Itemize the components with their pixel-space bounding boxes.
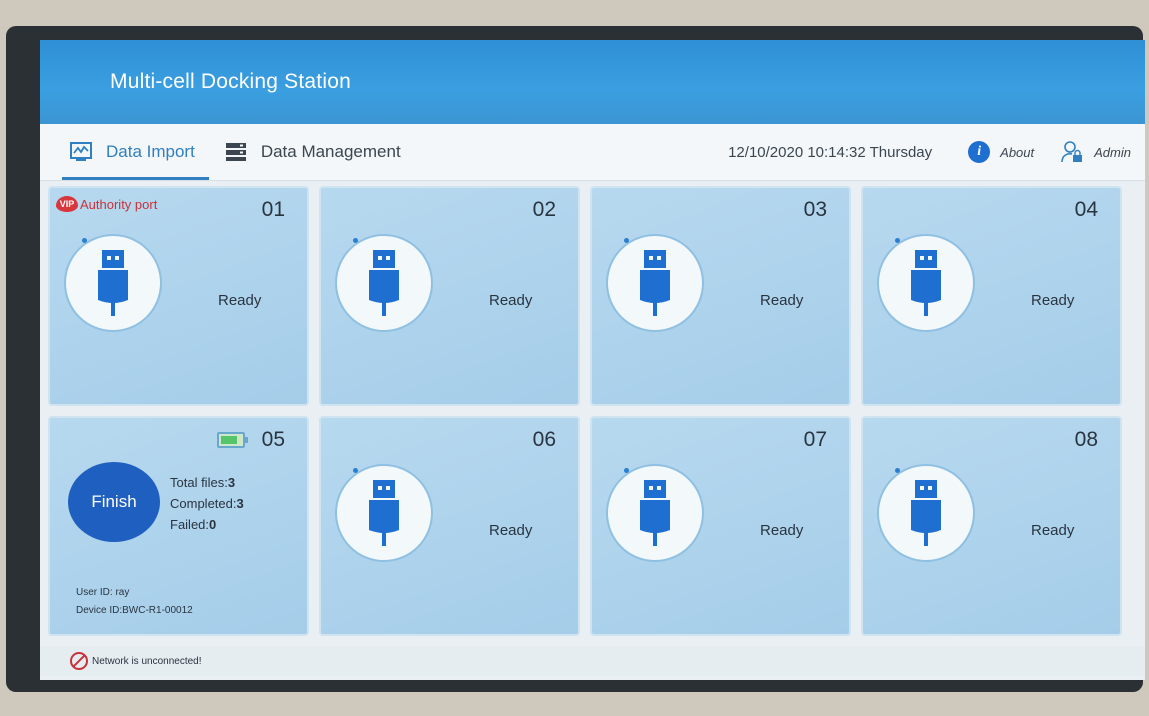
port-05[interactable]: 05 Finish Total files:3 Completed:3 Fail… xyxy=(48,416,309,636)
port-number: 03 xyxy=(803,198,827,221)
authority-port-label: Authority port xyxy=(80,196,158,212)
port-status: Ready xyxy=(489,292,533,309)
port-number: 05 xyxy=(261,428,285,451)
port-01[interactable]: VIP Authority port 01 Ready xyxy=(48,186,309,406)
server-icon xyxy=(225,143,246,161)
datetime: 12/10/2020 10:14:32 Thursday xyxy=(728,143,933,161)
usb-icon xyxy=(640,250,670,316)
port-04[interactable]: 04 Ready xyxy=(861,186,1122,406)
usb-circle xyxy=(337,466,431,560)
port-03[interactable]: 03 Ready xyxy=(590,186,851,406)
progress-dot xyxy=(353,468,358,473)
about-label: About xyxy=(1000,144,1035,160)
port-number: 07 xyxy=(803,428,827,451)
transfer-stats: Total files:3 Completed:3 Failed:0 xyxy=(170,472,244,535)
port-number: 02 xyxy=(532,198,556,221)
port-grid: VIP Authority port 01 Ready 02 Ready 03 … xyxy=(48,186,1122,636)
usb-icon xyxy=(911,250,941,316)
total-files: Total files:3 xyxy=(170,475,236,490)
port-status: Ready xyxy=(1031,522,1075,539)
status-bar: Network is unconnected! xyxy=(40,646,1145,676)
usb-circle xyxy=(879,236,973,330)
network-disconnected-icon xyxy=(70,652,88,670)
usb-icon xyxy=(369,480,399,546)
port-status: Ready xyxy=(760,522,804,539)
progress-dot xyxy=(353,238,358,243)
port-number: 06 xyxy=(532,428,556,451)
tab-label: Data Import xyxy=(106,142,195,161)
tab-data-import[interactable]: Data Import xyxy=(62,124,209,180)
info-icon: i xyxy=(968,141,991,163)
usb-circle xyxy=(608,466,702,560)
progress-dot xyxy=(82,238,87,243)
title-bar: Multi-cell Docking Station xyxy=(40,40,1145,124)
usb-circle xyxy=(608,236,702,330)
about-button[interactable]: i About xyxy=(968,141,1034,163)
completed-files: Completed:3 xyxy=(170,496,244,511)
port-08[interactable]: 08 Ready xyxy=(861,416,1122,636)
progress-dot xyxy=(895,468,900,473)
finish-button[interactable]: Finish xyxy=(68,462,160,542)
port-number: 08 xyxy=(1074,428,1098,451)
port-status: Ready xyxy=(489,522,533,539)
port-status: Ready xyxy=(760,292,804,309)
user-lock-icon xyxy=(1061,141,1083,163)
admin-label: Admin xyxy=(1094,144,1131,160)
tab-data-management[interactable]: Data Management xyxy=(225,124,401,180)
port-status: Ready xyxy=(218,292,262,309)
failed-files: Failed:0 xyxy=(170,517,217,532)
authority-port-badge: VIP Authority port xyxy=(56,196,157,212)
admin-button[interactable]: Admin xyxy=(1060,140,1131,164)
usb-icon xyxy=(640,480,670,546)
usb-icon xyxy=(98,250,128,316)
usb-icon xyxy=(911,480,941,546)
chart-monitor-icon xyxy=(70,142,92,161)
vip-icon: VIP xyxy=(56,196,78,212)
progress-dot xyxy=(624,468,629,473)
device-meta: User ID: ray Device ID:BWC-R1-00012 xyxy=(76,584,193,620)
network-status: Network is unconnected! xyxy=(92,655,202,667)
port-number: 04 xyxy=(1074,198,1098,221)
user-id: User ID: ray xyxy=(76,587,130,598)
screen: Multi-cell Docking Station Data Import D… xyxy=(40,40,1145,680)
device-id: Device ID:BWC-R1-00012 xyxy=(76,605,193,616)
usb-circle xyxy=(337,236,431,330)
port-02[interactable]: 02 Ready xyxy=(319,186,580,406)
battery-icon xyxy=(217,432,248,448)
nav-right: 12/10/2020 10:14:32 Thursday i About Adm… xyxy=(728,140,1145,164)
port-06[interactable]: 06 Ready xyxy=(319,416,580,636)
port-number: 01 xyxy=(261,198,285,221)
usb-icon xyxy=(369,250,399,316)
port-07[interactable]: 07 Ready xyxy=(590,416,851,636)
progress-dot xyxy=(624,238,629,243)
app-title: Multi-cell Docking Station xyxy=(110,70,351,93)
usb-circle xyxy=(66,236,160,330)
port-status: Ready xyxy=(1031,292,1075,309)
usb-circle xyxy=(879,466,973,560)
nav-bar: Data Import Data Management 12/10/2020 1… xyxy=(40,124,1145,181)
tab-label: Data Management xyxy=(260,142,401,161)
progress-dot xyxy=(895,238,900,243)
